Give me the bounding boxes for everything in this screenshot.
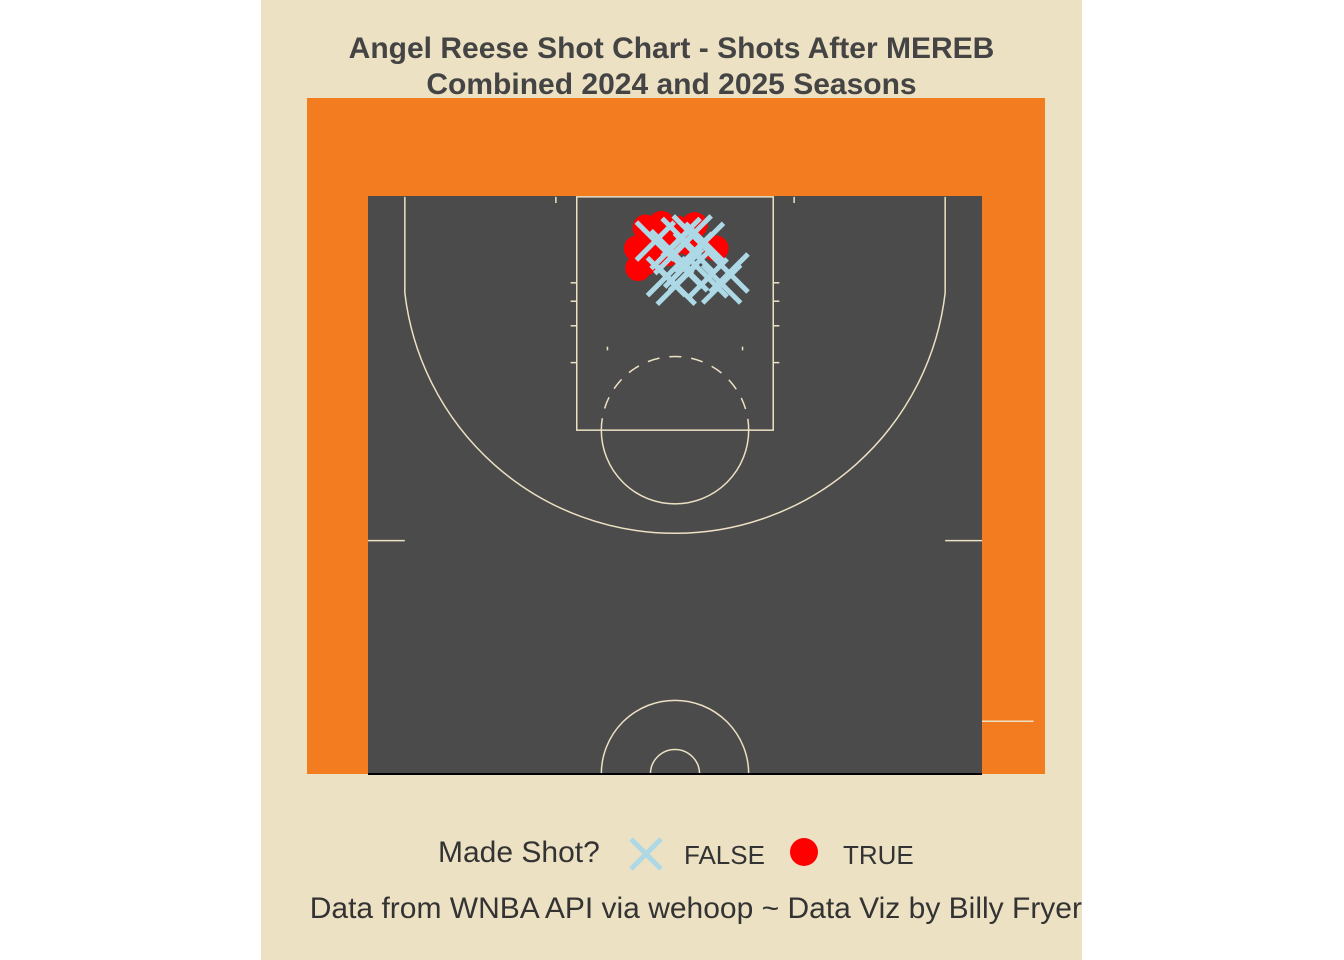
legend-circle-marker-icon — [790, 838, 818, 866]
caption: Data from WNBA API via wehoop ~ Data Viz… — [309, 892, 1082, 925]
legend-title: Made Shot? — [438, 836, 600, 869]
legend-label-false: FALSE — [684, 840, 765, 870]
court-svg — [307, 98, 1045, 775]
legend-x-marker-icon — [629, 837, 663, 871]
legend-label-true: TRUE — [843, 840, 914, 870]
